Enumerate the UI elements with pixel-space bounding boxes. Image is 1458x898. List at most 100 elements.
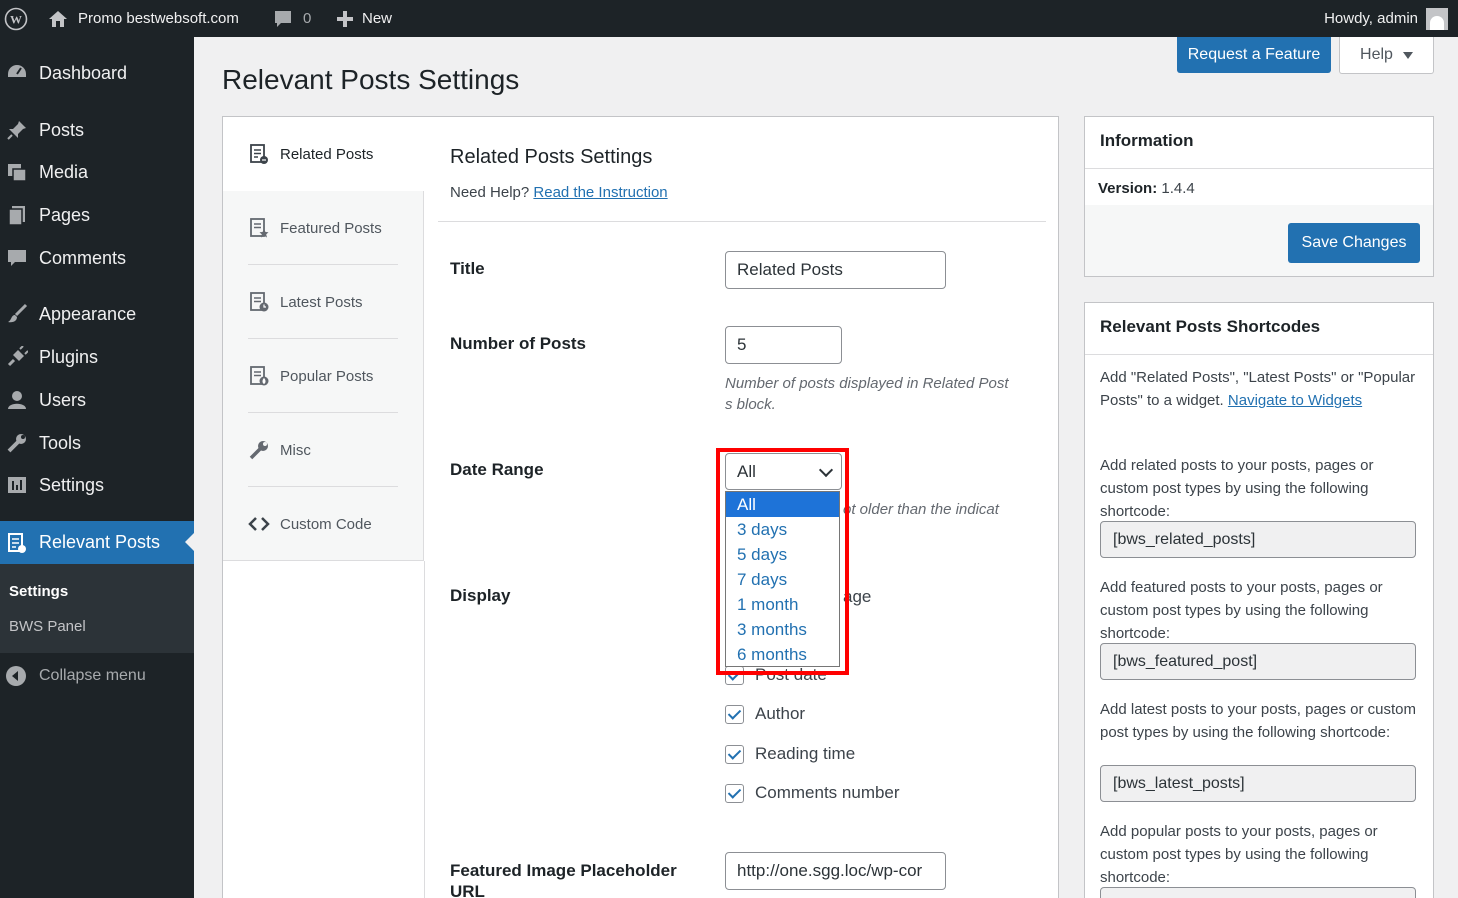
number-of-posts-description: Number of posts displayed in Related Pos… — [725, 373, 1008, 415]
tab-custom-code[interactable]: Custom Code — [223, 487, 424, 561]
latest-shortcode-input[interactable]: [bws_latest_posts] — [1100, 765, 1416, 802]
tab-popular-posts[interactable]: Popular Posts — [223, 339, 424, 413]
site-link[interactable]: Promo bestwebsoft.com — [48, 0, 239, 37]
featured-shortcode-input[interactable]: [bws_featured_post] — [1100, 643, 1416, 680]
pages-icon — [6, 204, 28, 226]
navigate-to-widgets-link[interactable]: Navigate to Widgets — [1228, 392, 1362, 409]
information-footer: Save Changes — [1085, 205, 1433, 276]
shortcodes-intro: Add "Related Posts", "Latest Posts" or "… — [1100, 366, 1420, 412]
sidebar-item-appearance[interactable]: Appearance — [0, 294, 194, 334]
checkbox-comments-number[interactable]: Comments number — [725, 783, 900, 803]
sidebar-item-label: Tools — [39, 432, 82, 453]
information-title: Information — [1100, 131, 1194, 150]
relevant-posts-icon — [6, 532, 28, 554]
caret-down-icon — [1402, 51, 1413, 59]
sidebar-item-media[interactable]: Media — [0, 152, 194, 192]
popular-posts-icon — [248, 365, 270, 387]
submenu-item-bws-panel[interactable]: BWS Panel — [9, 618, 86, 635]
request-feature-button[interactable]: Request a Feature — [1177, 37, 1331, 73]
tab-featured-posts[interactable]: Featured Posts — [223, 191, 424, 265]
sidebar-item-comments[interactable]: Comments — [0, 238, 194, 278]
tab-related-posts[interactable]: Related Posts — [223, 117, 425, 191]
sidebar-item-posts[interactable]: Posts — [0, 110, 194, 150]
featured-posts-icon — [248, 217, 270, 239]
sidebar-item-settings[interactable]: Settings — [0, 465, 194, 505]
need-help: Need Help? Read the Instruction — [450, 184, 668, 201]
sidebar-item-dashboard[interactable]: Dashboard — [0, 53, 194, 93]
sidebar-item-label: Settings — [39, 474, 105, 495]
sidebar-item-label: Users — [39, 389, 87, 410]
checkbox-label: Author — [755, 704, 806, 723]
settings-panel: Related Posts Featured Posts Latest Post… — [222, 116, 1059, 898]
sidebar-item-relevant-posts[interactable]: Relevant Posts — [0, 521, 194, 564]
help-button[interactable]: Help — [1339, 37, 1434, 74]
placeholder-url-input[interactable]: http://one.sgg.loc/wp-cor — [725, 852, 946, 890]
tab-label: Popular Posts — [280, 367, 374, 385]
home-icon — [49, 10, 67, 27]
submenu-item-settings[interactable]: Settings — [9, 583, 68, 600]
need-help-text: Need Help? — [450, 184, 530, 201]
collapse-label: Collapse menu — [39, 667, 146, 684]
date-range-description: ot older than the indicat — [843, 501, 999, 518]
tab-latest-posts[interactable]: Latest Posts — [223, 265, 424, 339]
featured-shortcode-text: Add featured posts to your posts, pages … — [1100, 579, 1383, 642]
checkbox-author[interactable]: Author — [725, 704, 805, 724]
checkbox-reading-time[interactable]: Reading time — [725, 744, 855, 764]
settings-icon — [6, 474, 28, 496]
wordpress-logo-icon[interactable]: W — [4, 0, 30, 37]
checkbox-icon[interactable] — [725, 704, 744, 724]
tab-misc[interactable]: Misc — [223, 413, 424, 487]
tabs-border — [424, 561, 425, 898]
popular-shortcode-text: Add popular posts to your posts, pages o… — [1100, 823, 1378, 886]
sidebar-item-users[interactable]: Users — [0, 380, 194, 420]
tab-label: Misc — [280, 441, 311, 459]
latest-shortcode-text: Add latest posts to your posts, pages or… — [1100, 701, 1416, 741]
placeholder-url-label-line-2: URL — [450, 882, 485, 898]
comment-icon — [275, 10, 291, 27]
tab-label: Related Posts — [280, 145, 374, 163]
pin-icon — [6, 119, 28, 141]
plug-icon — [6, 346, 28, 368]
tab-label: Latest Posts — [280, 293, 363, 311]
site-name: Promo bestwebsoft.com — [78, 10, 239, 27]
section-title: Related Posts Settings — [450, 146, 653, 168]
new-content-link[interactable]: New — [336, 0, 392, 37]
sidebar-item-label: Posts — [39, 119, 85, 140]
comments-link[interactable]: 0 — [273, 0, 311, 37]
sidebar-item-tools[interactable]: Tools — [0, 423, 194, 463]
svg-text:W: W — [10, 12, 22, 26]
checkbox-icon[interactable] — [725, 783, 744, 803]
dashboard-icon — [6, 62, 28, 84]
number-of-posts-description-line-1: Number of posts displayed in Related Pos… — [725, 375, 1009, 392]
checkbox-label: Comments number — [755, 783, 900, 802]
settings-tabs: Related Posts Featured Posts Latest Post… — [223, 117, 425, 561]
collapse-menu-button[interactable]: Collapse menu — [0, 661, 194, 691]
instruction-link[interactable]: Read the Instruction — [533, 184, 667, 201]
sidebar-item-plugins[interactable]: Plugins — [0, 337, 194, 377]
wrench-icon — [248, 439, 270, 461]
related-posts-icon — [248, 143, 270, 165]
media-icon — [6, 161, 28, 183]
help-label: Help — [1360, 46, 1393, 63]
version-info: Version: 1.4.4 — [1098, 180, 1195, 197]
checkbox-icon[interactable] — [725, 744, 744, 764]
account-menu[interactable]: Howdy, admin — [1324, 0, 1448, 37]
placeholder-url-label: Featured Image Placeholder URL — [450, 860, 677, 898]
sidebar-item-pages[interactable]: Pages — [0, 195, 194, 235]
comment-icon — [6, 247, 28, 269]
placeholder-url-label-line-1: Featured Image Placeholder — [450, 861, 677, 880]
admin-sidebar: Dashboard Posts Media Pages Comments App… — [0, 37, 194, 898]
collapse-icon — [6, 666, 26, 686]
box-divider — [1085, 168, 1433, 169]
title-input[interactable]: Related Posts — [725, 251, 946, 289]
display-label: Display — [450, 586, 511, 605]
popular-shortcode-input[interactable] — [1100, 887, 1416, 898]
version-value: 1.4.4 — [1161, 180, 1195, 197]
related-shortcode-input[interactable]: [bws_related_posts] — [1100, 521, 1416, 558]
wrench-icon — [6, 432, 28, 454]
number-of-posts-input[interactable]: 5 — [725, 326, 842, 364]
save-changes-button[interactable]: Save Changes — [1288, 223, 1420, 263]
sidebar-item-label: Relevant Posts — [39, 532, 161, 552]
code-icon — [248, 513, 270, 535]
related-shortcode-text: Add related posts to your posts, pages o… — [1100, 457, 1374, 520]
